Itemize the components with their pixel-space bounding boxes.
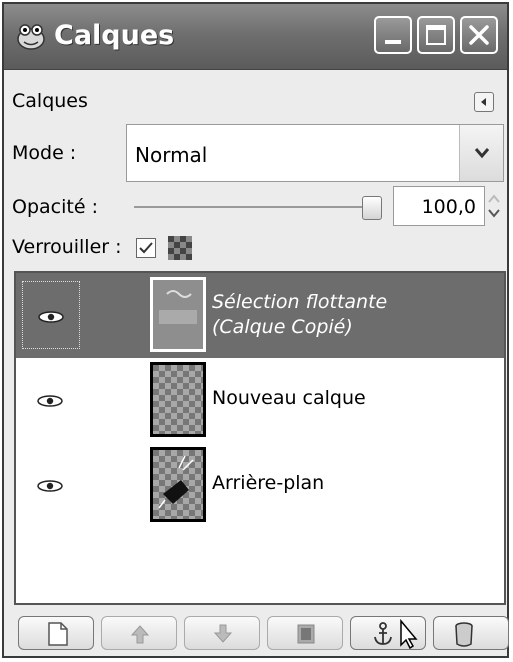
spin-down-icon[interactable]: [488, 209, 500, 218]
opacity-value: 100,0: [421, 196, 476, 218]
lower-layer-button[interactable]: [184, 616, 260, 650]
layer-toolbar: [4, 612, 509, 656]
layer-thumbnail[interactable]: [150, 277, 206, 352]
layers-list[interactable]: Sélection flottante (Calque Copié) Nouve…: [14, 271, 506, 605]
title-bar[interactable]: Calques: [4, 4, 507, 70]
eye-icon: [38, 311, 64, 323]
gimp-icon: [17, 24, 45, 50]
opacity-slider-thumb[interactable]: [362, 196, 382, 220]
layers-window: Calques Calques Mode : Normal Opacité: …: [2, 2, 509, 658]
eye-icon: [37, 480, 63, 492]
maximize-button[interactable]: [417, 16, 455, 54]
lock-alpha-checkbox[interactable]: [136, 238, 156, 258]
layers-panel: Calques Mode : Normal Opacité : 100,0 Ve…: [4, 70, 509, 656]
eye-icon: [37, 395, 63, 407]
mode-dropdown-button[interactable]: [459, 125, 503, 181]
layer-name: Arrière-plan: [212, 472, 325, 494]
opacity-spin-arrows[interactable]: [485, 186, 503, 226]
layer-row-new-layer[interactable]: Nouveau calque: [16, 358, 504, 443]
layer-name-line1: Sélection flottante: [212, 291, 388, 313]
anchor-layer-button[interactable]: [350, 616, 426, 650]
layer-name-line2: (Calque Copié): [212, 316, 353, 338]
delete-layer-button[interactable]: [433, 616, 509, 650]
tab-menu-button[interactable]: [474, 92, 494, 112]
opacity-spinbox[interactable]: 100,0: [393, 186, 485, 226]
layer-row-floating-selection[interactable]: Sélection flottante (Calque Copié): [16, 273, 504, 358]
visibility-toggle[interactable]: [22, 281, 80, 349]
layer-row-background[interactable]: Arrière-plan: [16, 443, 504, 528]
visibility-toggle[interactable]: [22, 366, 80, 434]
floating-selection-preview: [159, 290, 197, 324]
duplicate-layer-icon: [297, 624, 315, 644]
minimize-icon: [385, 40, 401, 44]
new-layer-icon: [48, 622, 68, 646]
spin-up-icon[interactable]: [488, 194, 500, 203]
background-preview: [158, 455, 194, 509]
tab-menu-icon: [481, 98, 486, 106]
opacity-slider-track[interactable]: [134, 206, 364, 208]
window-title: Calques: [54, 20, 175, 51]
maximize-icon: [426, 25, 446, 45]
lower-layer-icon: [213, 624, 233, 643]
raise-layer-button[interactable]: [101, 616, 177, 650]
duplicate-layer-button[interactable]: [267, 616, 343, 650]
layer-thumbnail[interactable]: [150, 362, 206, 437]
layer-name: Nouveau calque: [212, 387, 366, 409]
chevron-down-icon: [474, 148, 490, 159]
alpha-checker-icon: [168, 236, 192, 260]
check-icon: [139, 242, 153, 254]
layer-thumbnail[interactable]: [150, 447, 206, 522]
opacity-label: Opacité :: [12, 196, 98, 218]
raise-layer-icon: [130, 625, 150, 644]
new-layer-button[interactable]: [18, 616, 94, 650]
minimize-button[interactable]: [374, 16, 412, 54]
lock-label: Verrouiller :: [12, 236, 122, 258]
mode-value: Normal: [135, 143, 208, 167]
close-button[interactable]: [460, 16, 498, 54]
close-icon: [469, 25, 489, 45]
mouse-cursor-icon: [400, 618, 418, 650]
mode-label: Mode :: [12, 142, 77, 164]
trash-icon: [455, 622, 473, 647]
visibility-toggle[interactable]: [22, 451, 80, 519]
panel-tab-label: Calques: [12, 90, 88, 112]
mode-select[interactable]: Normal: [126, 124, 504, 182]
